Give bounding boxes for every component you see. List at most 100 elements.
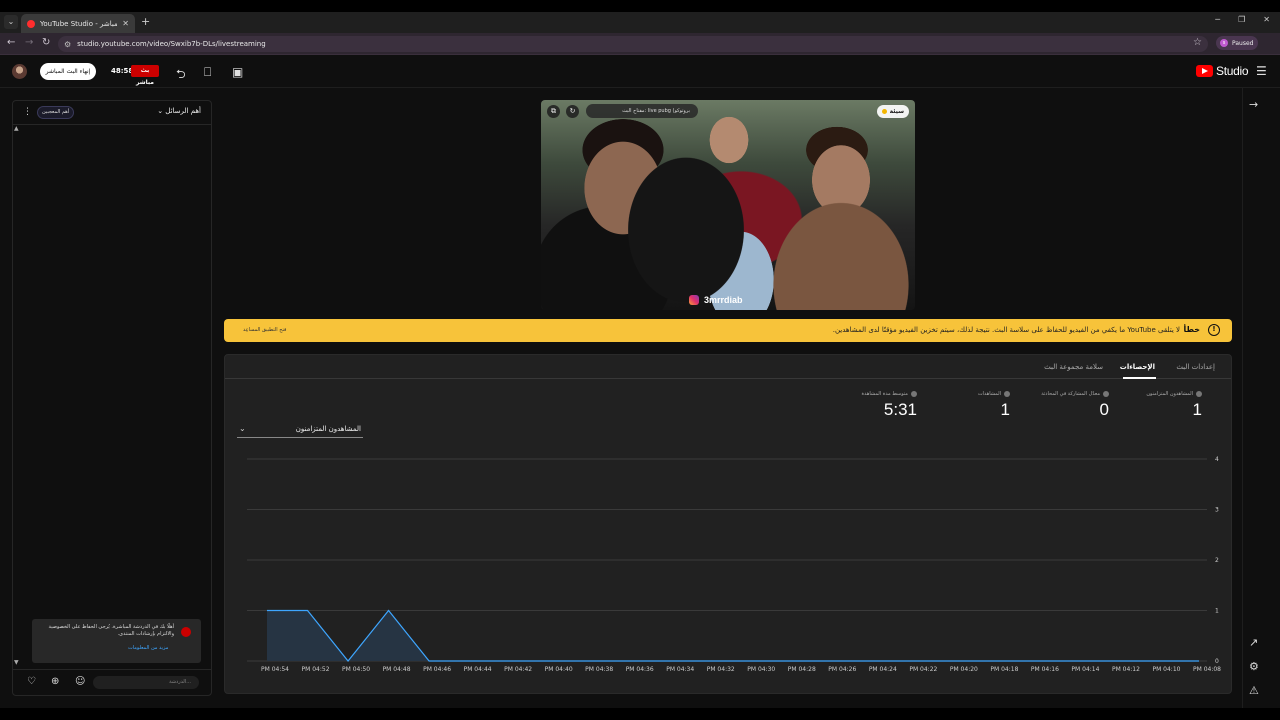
bookmark-icon[interactable]: ⎕ [204, 65, 211, 80]
chat-footer: ♡ ⊕ ☺ الدردشة... [13, 669, 211, 695]
x-tick-label: PM 04:14 [1071, 666, 1099, 673]
y-tick-label: 0 [1215, 658, 1219, 665]
channel-avatar[interactable] [12, 64, 27, 79]
x-tick-label: PM 04:54 [261, 666, 289, 673]
letterbox-bottom [0, 708, 1280, 720]
tab-search-icon[interactable]: ⌄ [4, 15, 18, 29]
x-tick-label: PM 04:08 [1193, 666, 1221, 673]
back-icon[interactable]: ← [7, 37, 15, 48]
help-icon[interactable] [1004, 391, 1010, 397]
instagram-watermark: 3mrrdiab [689, 295, 743, 305]
add-icon[interactable]: ⊕ [51, 676, 59, 687]
close-window-icon[interactable]: ✕ [1263, 15, 1270, 24]
chat-welcome-text: أهلًا بك في الدردشة المباشرة. يُرجى الحف… [48, 624, 174, 637]
chat-input[interactable]: الدردشة... [93, 676, 199, 689]
x-tick-label: PM 04:18 [990, 666, 1018, 673]
x-tick-label: PM 04:24 [869, 666, 897, 673]
close-tab-icon[interactable]: ✕ [122, 19, 129, 28]
top-fans-chip[interactable]: أهم المعجبين [37, 106, 75, 119]
scroll-down-icon[interactable]: ▼ [14, 659, 19, 666]
stream-health-pill[interactable]: سيئة [876, 105, 909, 118]
live-chat-panel: ⋮ أهم المعجبين ⌄ أهم الرسائل ▲ ▼ أهلًا ب… [12, 100, 212, 696]
share-icon[interactable]: ⮌ [176, 65, 186, 86]
x-tick-label: PM 04:32 [707, 666, 735, 673]
hamburger-menu-icon[interactable]: ☰ [1256, 64, 1267, 78]
metric-views: المشاهدات 1 [920, 391, 1010, 420]
x-tick-label: PM 04:10 [1152, 666, 1180, 673]
profile-paused-button[interactable]: s Paused [1216, 36, 1258, 50]
x-tick-label: PM 04:50 [342, 666, 370, 673]
analytics-tabs: إعدادات البث الإحصاءات سلامة مجموعة البث [225, 355, 1231, 379]
settings-gear-icon[interactable]: ⚙ [1249, 660, 1259, 673]
metric-chat-rate: معدّل المشاركة في المحادثة 0 [1019, 391, 1109, 420]
collapse-arrow-icon[interactable]: → [1249, 98, 1258, 111]
chart-metric-dropdown[interactable]: ⌄ المشاهدون المتزامنون [237, 423, 363, 438]
restore-icon[interactable]: ❐ [1238, 15, 1245, 24]
learn-more-link[interactable]: مزيد من المعلومات [128, 645, 168, 651]
scroll-up-icon[interactable]: ▲ [14, 125, 19, 132]
open-external-icon[interactable]: ↗ [1249, 636, 1258, 649]
help-icon[interactable] [1196, 391, 1202, 397]
stream-health-label: سيئة [889, 108, 904, 115]
heart-icon[interactable]: ♡ [27, 676, 36, 687]
profile-avatar-icon: s [1220, 39, 1228, 47]
stream-error-banner: ! خطأ لا يتلقى YouTube ما يكفي من الفيدي… [224, 319, 1232, 342]
x-tick-label: PM 04:34 [666, 666, 694, 673]
status-dot-icon [881, 109, 887, 114]
help-icon[interactable] [911, 391, 917, 397]
x-tick-label: PM 04:48 [383, 666, 411, 673]
stream-timer: 48:58 [111, 67, 134, 75]
stream-key-dropdown[interactable]: مفتاح البث: live pubg (بروتوكو [586, 104, 698, 118]
youtube-play-icon [1196, 65, 1213, 77]
y-tick-label: 1 [1215, 608, 1219, 615]
y-tick-label: 2 [1215, 557, 1219, 564]
metric-value: 0 [1099, 400, 1109, 419]
browser-tab-strip: ⌄ YouTube Studio - البث المباشر ✕ + ─ ❐ … [0, 12, 1280, 33]
series-area [267, 610, 1199, 661]
reload-icon[interactable]: ↻ [42, 37, 50, 48]
metric-label: المشاهدون المتزامنون [1146, 391, 1193, 397]
live-badge: بث مباشر [131, 65, 159, 86]
browser-tab[interactable]: YouTube Studio - البث المباشر ✕ [21, 14, 135, 33]
chat-mode-dropdown[interactable]: ⌄ أهم الرسائل [157, 107, 201, 115]
metric-value: 1 [1192, 400, 1202, 419]
minimize-icon[interactable]: ─ [1215, 15, 1220, 24]
x-tick-label: PM 04:38 [585, 666, 613, 673]
stream-key-label: مفتاح البث: live pubg (بروتوكو [622, 108, 690, 114]
instagram-icon [689, 295, 699, 305]
x-tick-label: PM 04:42 [504, 666, 532, 673]
open-companion-app-button[interactable]: فتح التطبيق المساعِد [237, 324, 292, 337]
watermark-handle: 3mrrdiab [704, 295, 743, 305]
help-icon[interactable] [1103, 391, 1109, 397]
url-field[interactable]: ⚙ studio.youtube.com/video/Swxib7b-DLs/l… [58, 36, 1208, 52]
refresh-icon[interactable]: ↻ [566, 105, 579, 118]
concurrent-viewers-chart: 0 1 2 3 4 PM 04:54 PM 04:52 PM 04:50 PM 04:48 PM … [247, 456, 1221, 673]
tab-stream-health[interactable]: سلامة مجموعة البث [1044, 363, 1103, 371]
emoji-icon[interactable]: ☺ [75, 676, 85, 687]
youtube-studio-logo[interactable]: Studio [1196, 64, 1249, 78]
profile-status-label: Paused [1232, 39, 1254, 47]
copy-icon[interactable]: ⧉ [547, 105, 560, 118]
site-info-icon[interactable]: ⚙ [64, 40, 71, 49]
x-tick-label: PM 04:26 [828, 666, 856, 673]
x-tick-label: PM 04:12 [1112, 666, 1140, 673]
clapperboard-icon[interactable]: ▣ [232, 65, 243, 79]
stream-preview[interactable]: ⧉ ↻ مفتاح البث: live pubg (بروتوكو سيئة … [541, 100, 915, 310]
youtube-favicon-icon [27, 19, 35, 28]
warning-text: لا يتلقى YouTube ما يكفي من الفيديو للحف… [832, 326, 1180, 334]
x-tick-label: PM 04:44 [464, 666, 492, 673]
forward-icon[interactable]: → [25, 37, 33, 48]
bookmark-star-icon[interactable]: ☆ [1193, 37, 1202, 48]
chevron-down-icon: ⌄ [239, 424, 246, 433]
feedback-icon[interactable]: ⚠ [1249, 684, 1259, 697]
studio-header: إنهاء البث المباشر 48:58 بث مباشر ⮌ ⎕ ▣ … [0, 55, 1280, 88]
x-tick-label: PM 04:36 [626, 666, 654, 673]
url-text: studio.youtube.com/video/Swxib7b-DLs/liv… [77, 40, 266, 48]
tab-analytics[interactable]: الإحصاءات [1120, 363, 1155, 371]
studio-logo-text: Studio [1216, 64, 1249, 78]
new-tab-icon[interactable]: + [141, 15, 150, 29]
end-stream-button[interactable]: إنهاء البث المباشر [40, 63, 96, 80]
chat-header: ⋮ أهم المعجبين ⌄ أهم الرسائل [13, 101, 211, 125]
tab-stream-settings[interactable]: إعدادات البث [1176, 363, 1215, 371]
chat-more-icon[interactable]: ⋮ [23, 107, 32, 117]
